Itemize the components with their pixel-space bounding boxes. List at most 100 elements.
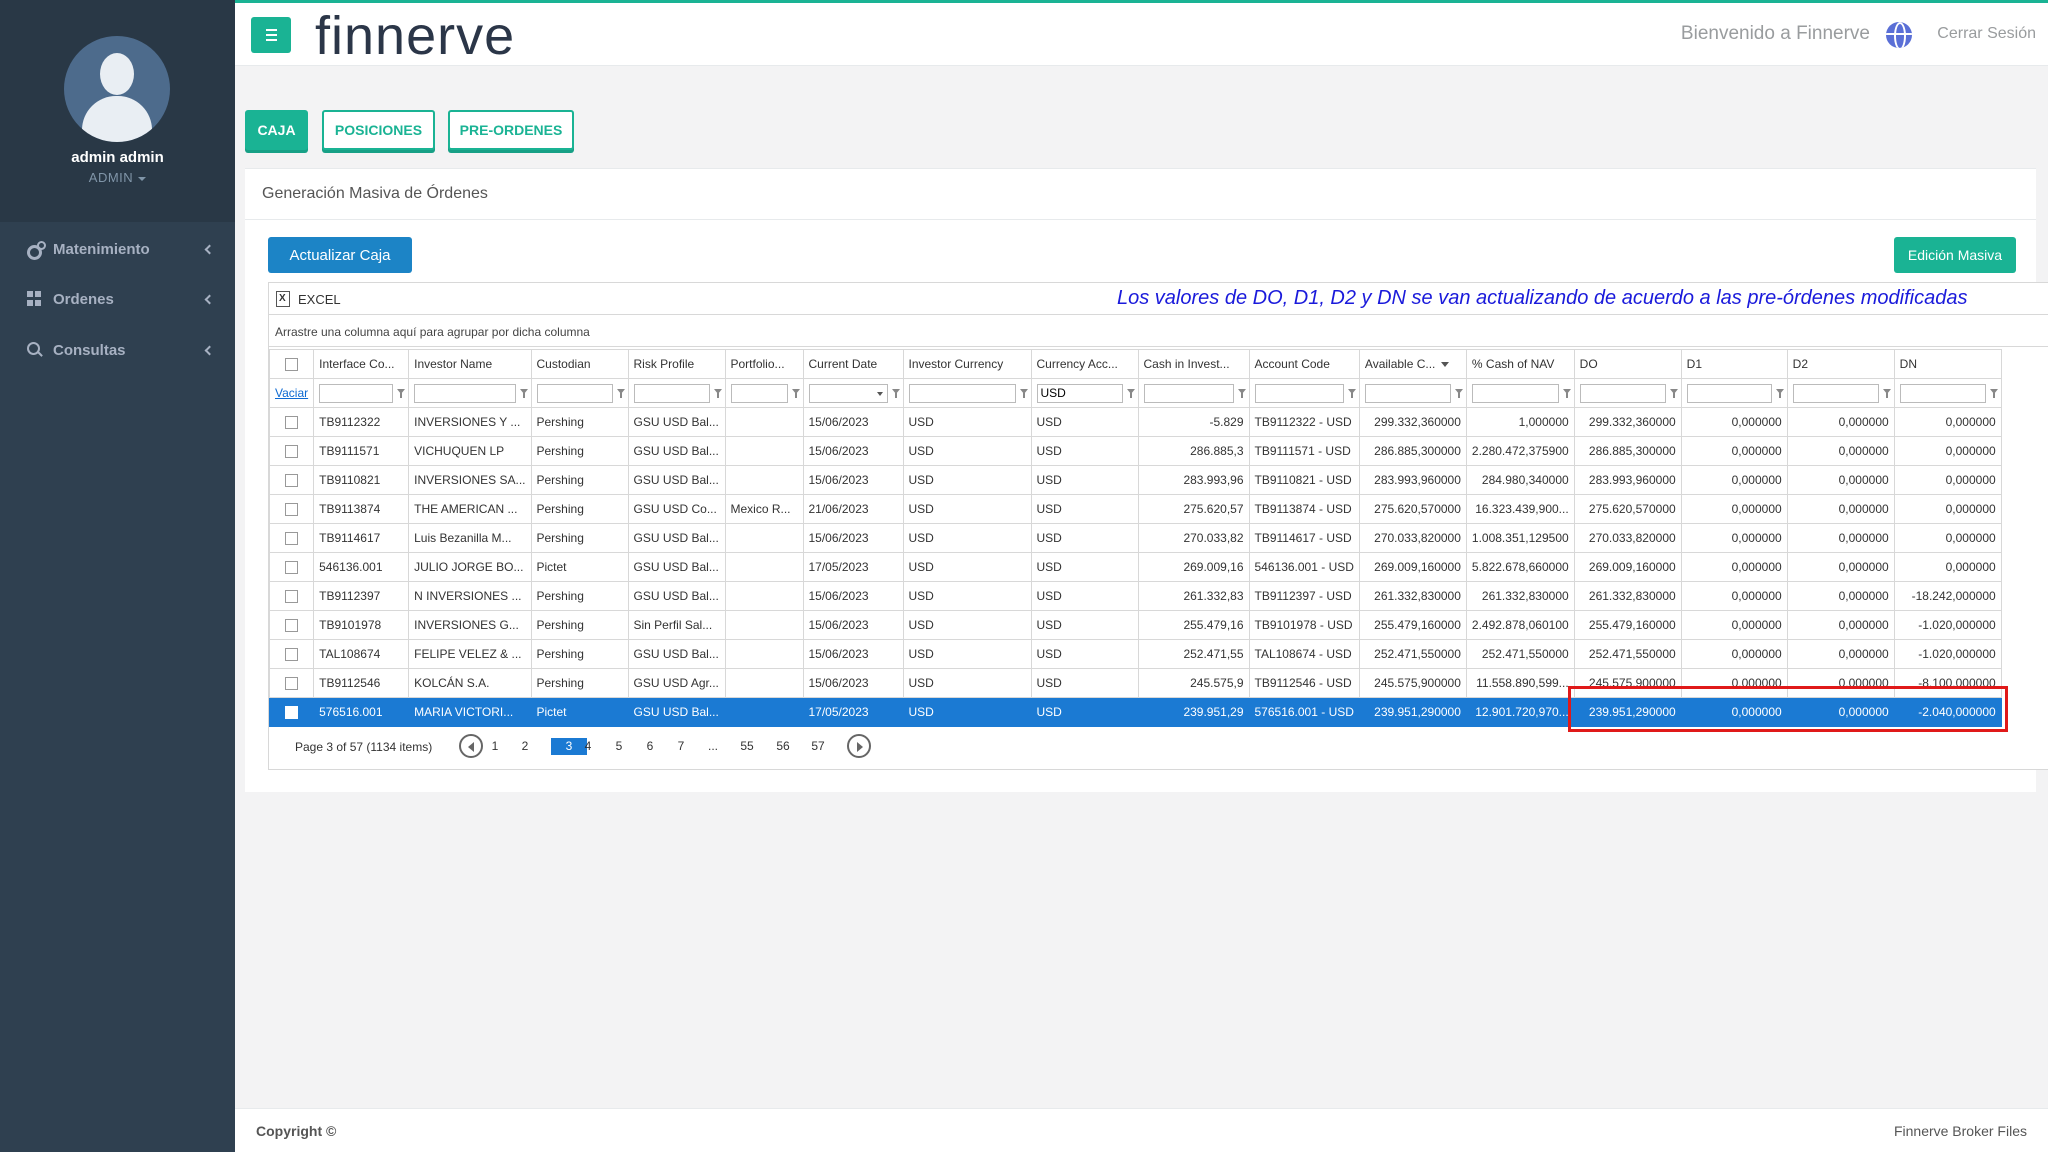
column-header[interactable]: Investor Name	[408, 349, 532, 379]
table-row[interactable]: TB9111571 VICHUQUEN LP Pershing GSU USD Bal…	[268, 436, 2002, 466]
table-row[interactable]: TB9101978 INVERSIONES G... Pershing Sin Per…	[268, 610, 2002, 640]
refresh-cash-button[interactable]: Actualizar Caja	[268, 237, 412, 273]
column-header[interactable]: Portfolio...	[724, 349, 804, 379]
page-number-1[interactable]: 1	[485, 739, 505, 753]
select-all-checkbox[interactable]	[285, 358, 299, 372]
filter-icon[interactable]	[1126, 389, 1135, 398]
filter-icon[interactable]	[1562, 389, 1571, 398]
page-number-2[interactable]: 2	[515, 739, 535, 753]
column-filter-input[interactable]	[1254, 383, 1344, 403]
filter-icon[interactable]	[1669, 389, 1678, 398]
table-row[interactable]: TB9113874 THE AMERICAN ... Pershing GSU USD…	[268, 494, 2002, 524]
page-number-7[interactable]: 7	[671, 739, 691, 753]
row-checkbox[interactable]	[285, 503, 299, 517]
filter-icon[interactable]	[1237, 389, 1246, 398]
row-checkbox-cell[interactable]	[268, 552, 315, 582]
excel-export-button[interactable]: EXCEL	[298, 292, 341, 307]
filter-icon[interactable]	[519, 389, 528, 398]
row-checkbox-cell[interactable]	[268, 523, 315, 553]
filter-icon[interactable]	[1019, 389, 1028, 398]
row-checkbox-cell[interactable]	[268, 697, 315, 727]
sidebar-item-consultas[interactable]: Consultas	[0, 325, 235, 375]
filter-icon[interactable]	[891, 389, 900, 398]
page-number-6[interactable]: 6	[640, 739, 660, 753]
column-header[interactable]: Custodian	[530, 349, 629, 379]
clear-filters-link[interactable]: Vaciar	[275, 386, 308, 400]
column-filter-input[interactable]	[908, 383, 1016, 403]
column-header[interactable]: D2	[1786, 349, 1895, 379]
filter-icon[interactable]	[616, 389, 625, 398]
column-filter-input[interactable]	[414, 383, 516, 403]
row-checkbox[interactable]	[285, 561, 299, 575]
select-all-checkbox-cell[interactable]	[268, 349, 315, 379]
prev-page-icon[interactable]	[459, 734, 483, 758]
row-checkbox-cell[interactable]	[268, 436, 315, 466]
excel-export-icon[interactable]	[276, 291, 290, 307]
column-filter-input[interactable]	[1792, 383, 1879, 403]
table-row[interactable]: TB9112322 INVERSIONES Y ... Pershing GSU US…	[268, 407, 2002, 437]
column-header[interactable]: Current Date	[802, 349, 904, 379]
page-number-56[interactable]: 56	[773, 739, 793, 753]
date-dropdown-icon[interactable]	[876, 392, 883, 396]
tab-caja[interactable]: CAJA	[245, 110, 308, 150]
filter-icon[interactable]	[1347, 389, 1356, 398]
column-filter-input[interactable]	[1036, 383, 1123, 403]
column-header[interactable]: Risk Profile	[627, 349, 726, 379]
row-checkbox-cell[interactable]	[268, 668, 315, 698]
page-number-55[interactable]: 55	[737, 739, 757, 753]
table-row[interactable]: TB9114617 Luis Bezanilla M... Pershing GSU …	[268, 523, 2002, 553]
column-header[interactable]: DN	[1893, 349, 2002, 379]
column-header[interactable]: Currency Acc...	[1030, 349, 1139, 379]
page-number-5[interactable]: 5	[609, 739, 629, 753]
column-filter-input[interactable]	[536, 383, 613, 403]
row-checkbox-cell[interactable]	[268, 407, 315, 437]
sidebar-item-ordenes[interactable]: Ordenes	[0, 274, 235, 324]
filter-icon[interactable]	[1454, 389, 1463, 398]
column-header[interactable]: Cash in Invest...	[1137, 349, 1250, 379]
filter-icon[interactable]	[713, 389, 722, 398]
column-header[interactable]: Account Code	[1248, 349, 1360, 379]
filter-icon[interactable]	[1882, 389, 1891, 398]
row-checkbox-cell[interactable]	[268, 581, 315, 611]
row-checkbox[interactable]	[285, 474, 299, 488]
column-filter-input[interactable]	[1579, 383, 1666, 403]
row-checkbox[interactable]	[285, 648, 299, 662]
filter-icon[interactable]	[791, 389, 800, 398]
column-filter-input[interactable]	[1143, 383, 1234, 403]
globe-icon[interactable]	[1886, 22, 1912, 48]
row-checkbox[interactable]	[285, 532, 299, 546]
bulk-edit-button[interactable]: Edición Masiva	[1894, 237, 2016, 273]
row-checkbox[interactable]	[285, 619, 299, 633]
row-checkbox-cell[interactable]	[268, 639, 315, 669]
column-filter-input[interactable]	[1686, 383, 1772, 403]
user-role-dropdown[interactable]: ADMIN	[0, 170, 235, 185]
column-filter-input[interactable]	[319, 383, 394, 403]
row-checkbox-cell[interactable]	[268, 610, 315, 640]
row-checkbox[interactable]	[285, 445, 299, 459]
avatar[interactable]	[64, 36, 170, 142]
next-page-icon[interactable]	[847, 734, 871, 758]
sidebar-item-matenimiento[interactable]: Matenimiento	[0, 224, 235, 274]
column-filter-input[interactable]	[1899, 383, 1986, 403]
row-checkbox[interactable]	[285, 416, 299, 430]
page-number-57[interactable]: 57	[808, 739, 828, 753]
filter-icon[interactable]	[1775, 389, 1784, 398]
column-header[interactable]: Investor Currency	[902, 349, 1032, 379]
filter-icon[interactable]	[1989, 389, 1998, 398]
table-row[interactable]: TB9112397 N INVERSIONES ... Pershing GSU US…	[268, 581, 2002, 611]
menu-toggle-button[interactable]	[251, 17, 291, 53]
row-checkbox[interactable]	[285, 677, 299, 691]
column-header-sorted[interactable]: Available C...	[1358, 349, 1467, 379]
column-header[interactable]: DO	[1573, 349, 1682, 379]
column-filter-input[interactable]	[1364, 383, 1451, 403]
tab-pre-ordenes[interactable]: PRE-ORDENES	[448, 110, 574, 150]
row-checkbox[interactable]	[285, 590, 299, 604]
filter-icon[interactable]	[397, 389, 406, 398]
column-header[interactable]: % Cash of NAV	[1465, 349, 1575, 379]
column-filter-input[interactable]	[1471, 383, 1559, 403]
column-filter-input[interactable]	[730, 383, 788, 403]
logout-link[interactable]: Cerrar Sesión	[1937, 25, 2036, 43]
table-row[interactable]: TB9110821 INVERSIONES SA... Pershing GSU US…	[268, 465, 2002, 495]
group-by-panel[interactable]: Arrastre una columna aquí para agrupar p…	[269, 315, 2048, 347]
column-header[interactable]: D1	[1680, 349, 1788, 379]
